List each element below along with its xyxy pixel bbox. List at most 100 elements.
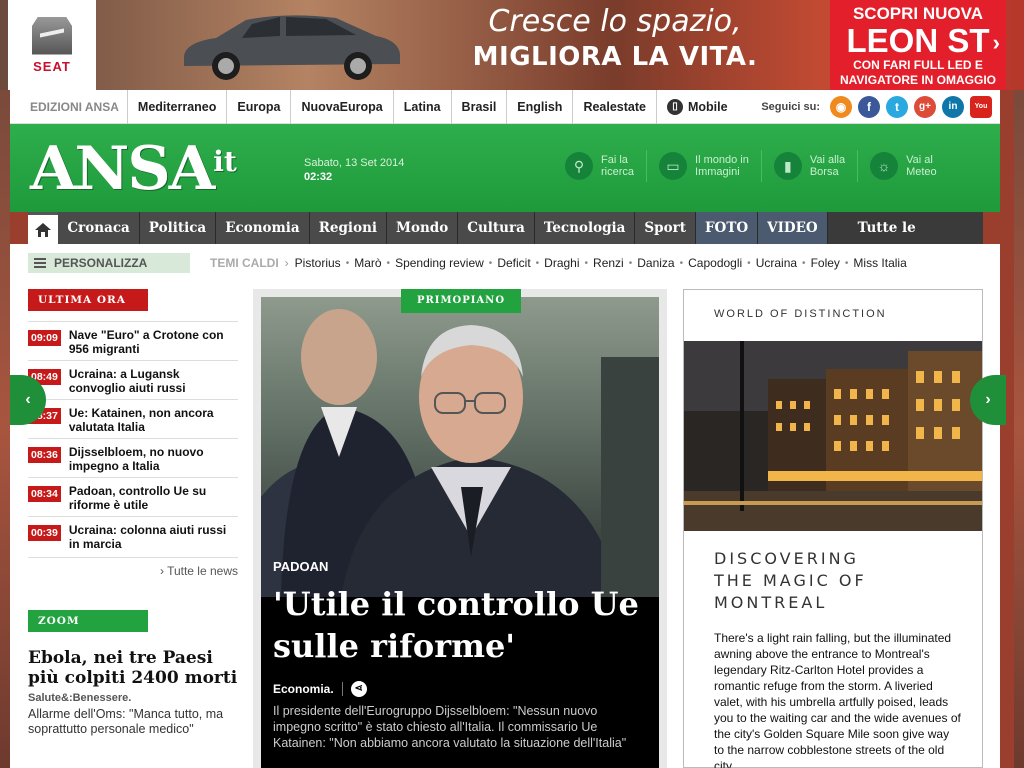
topic-maro[interactable]: Marò [354,256,381,270]
nav-tecnologia[interactable]: Tecnologia [534,212,636,244]
nav-regioni[interactable]: Regioni + [309,212,388,268]
seat-logo[interactable]: SEAT [8,0,96,90]
topic-capodogli[interactable]: Capodogli [688,256,742,270]
nav-cronaca[interactable]: Cronaca [58,212,140,244]
zoom-summary: Allarme dell'Oms: "Manca tutto, ma sopra… [28,707,224,736]
header-buttons: ⚲ Fai la ricerca ▭ Il mondo in Immagini ▮ … [565,150,937,182]
edition-realestate[interactable]: Realestate [572,89,656,124]
lead-kicker[interactable]: PADOAN [273,559,328,574]
edition-brasil[interactable]: Brasil [450,89,507,124]
lead-headline[interactable]: 'Utile il controllo Ue sulle riforme' [273,583,653,667]
lead-photo[interactable] [261,297,659,597]
seat-brand-text: SEAT [33,58,71,74]
youtube-icon[interactable]: You [970,96,992,118]
menu-icon [34,258,46,268]
news-title: Ucraina: a Lugansk convoglio aiuti russi [68,367,186,395]
ad-headline-line1: Cresce lo spazio, [488,4,742,39]
current-time: 02:32 [304,171,333,183]
ad-headline[interactable]: Cresce lo spazio, MIGLIORA LA VITA. [440,4,790,86]
news-title: Dijsselbloem, no nuovo impegno a Italia [68,445,204,473]
logo-text: ANSA [30,134,215,204]
lead-story-card[interactable]: PADOAN 'Utile il controllo Ue sulle rifo… [261,297,659,768]
date-time: Sabato, 13 Set 2014 02:32 [304,156,404,184]
hot-topics-label: TEMI CALDI [210,256,279,270]
mobile-icon: ▯ [667,98,683,115]
nav-cultura[interactable]: Cultura [458,212,535,244]
topic-pistorius[interactable]: Pistorius [295,256,341,270]
separator-dot: • [679,257,684,269]
edition-mobile[interactable]: ▯ Mobile [656,89,738,124]
side-ad-body: There's a light rain falling, but the il… [714,631,961,768]
googleplus-icon[interactable]: g+ [914,96,936,118]
ad-promo-box[interactable]: SCOPRI NUOVA LEON ST CON FARI FULL LED E… [830,0,1006,90]
lead-section[interactable]: Economia. [273,682,334,696]
ansa-logo[interactable]: ANSAit [30,134,237,204]
list-item[interactable]: 08:36 Dijsselbloem, no nuovo impegno a It… [28,438,238,477]
stock-label2: Borsa [809,166,839,178]
list-item[interactable]: 08:34 Padoan, controllo Ue su riforme è u… [28,477,238,516]
list-item[interactable]: 00:39 Ucraina: colonna aiuti russi in mar… [28,516,238,555]
topic-daniza[interactable]: Daniza [637,256,674,270]
weather-button[interactable]: ☼ Vai al Meteo [870,152,937,180]
zoom-headline[interactable]: Ebola, nei tre Paesi più colpiti 2400 mo… [28,648,238,688]
weather-label1: Vai al [906,154,933,166]
weather-label2: Meteo [906,166,937,178]
topic-renzi[interactable]: Renzi [593,256,624,270]
share-icon[interactable]: ⋖ [350,681,367,697]
personalize-button[interactable]: PERSONALIZZA [28,253,190,273]
search-button[interactable]: ⚲ Fai la ricerca [565,152,634,180]
search-label2: ricerca [601,166,635,178]
topic-ucraina[interactable]: Ucraina [756,256,797,270]
edition-mediterraneo[interactable]: Mediterraneo [126,89,227,124]
list-item[interactable]: 09:09 Nave "Euro" a Crotone con 956 migra… [28,321,238,360]
topic-spending-review[interactable]: Spending review [395,256,484,270]
stock-button[interactable]: ▮ Vai alla Borsa [773,152,845,180]
editions-bar: EDIZIONI ANSA Mediterraneo Europa NuovaE… [10,89,1000,124]
list-item[interactable]: 08:37 Ue: Katainen, non ancora valutata I… [28,399,238,438]
nav-sport[interactable]: Sport [635,212,696,244]
section-nav: Cronaca Politica Economia Regioni + Mond… [28,212,983,268]
rss-icon[interactable]: ◉ [830,96,852,118]
edition-mobile-label: Mobile [688,99,728,114]
topic-deficit[interactable]: Deficit [497,256,530,270]
images-button[interactable]: ▭ Il mondo in Immagini [659,152,749,180]
list-item[interactable]: 08:49 Ucraina: a Lugansk convoglio aiuti … [28,360,238,399]
ad-promo-line3: CON FARI FULL LED E [853,58,983,72]
home-icon [28,215,59,245]
nav-mondo[interactable]: Mondo [387,212,459,244]
topic-draghi[interactable]: Draghi [544,256,579,270]
twitter-icon[interactable]: t [886,96,908,118]
edition-latina[interactable]: Latina [392,89,451,124]
nav-video[interactable]: VIDEO [758,212,828,244]
chevron-left-icon: ‹ [25,391,31,408]
nav-foto[interactable]: FOTO [695,212,759,244]
home-button[interactable] [28,212,59,245]
side-ad[interactable]: WORLD OF DISTINCTION DISCOVERING THE MAG… [683,289,983,768]
edition-english[interactable]: English [506,89,572,124]
news-title: Padoan, controllo Ue su riforme è utile [68,484,207,512]
search-icon: ⚲ [565,152,593,180]
edition-nuovaeuropa[interactable]: NuovaEuropa [290,89,392,124]
linkedin-icon[interactable]: in [942,96,964,118]
left-column: ULTIMA ORA 09:09 Nave "Euro" a Crotone co… [28,289,238,737]
ad-promo-line2: LEON ST [846,22,990,59]
nav-economia[interactable]: Economia [216,212,310,244]
news-time: 00:39 [28,525,61,541]
all-news-link[interactable]: › Tutte le news [28,557,238,578]
topic-foley[interactable]: Foley [811,256,840,270]
car-image[interactable] [176,8,406,84]
zoom-label: ZOOM [28,610,148,632]
facebook-icon[interactable]: f [858,96,880,118]
nav-politica[interactable]: Politica [139,212,217,244]
follow-label: Seguici su: [761,101,820,113]
zoom-category[interactable]: Salute&:Benessere. [28,692,238,704]
all-sections-link[interactable]: Tutte le sezioni + [828,212,983,268]
social-follow: Seguici su: ◉ f t g+ in You [761,90,992,124]
page-background-right [1014,90,1024,768]
divider [857,150,859,182]
separator-dot: • [345,257,350,269]
topic-miss-italia[interactable]: Miss Italia [853,256,906,270]
zoom-section: ZOOM Ebola, nei tre Paesi più colpiti 24… [28,610,238,737]
edition-europa[interactable]: Europa [226,89,290,124]
news-time: 09:09 [28,330,61,346]
